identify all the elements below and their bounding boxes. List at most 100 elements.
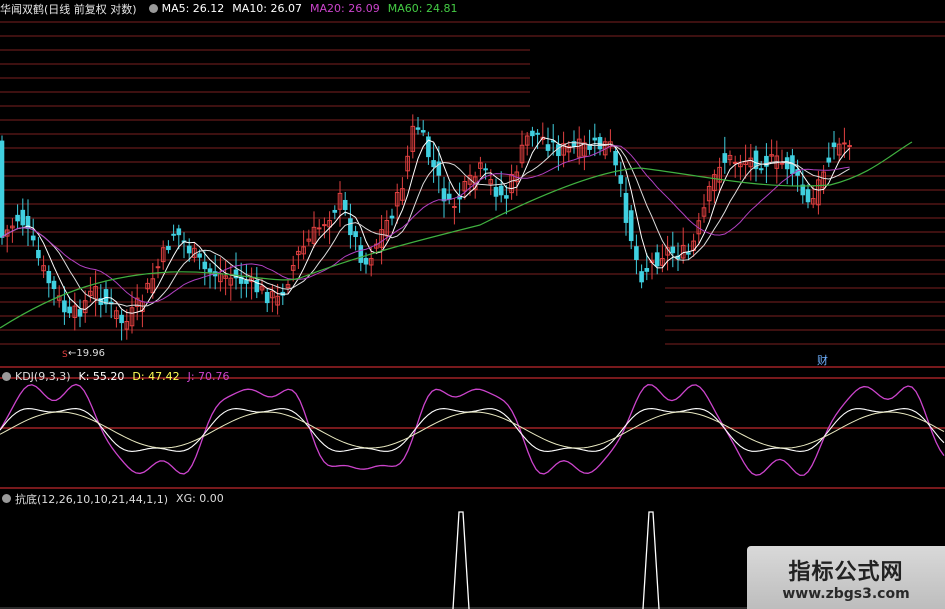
candle-body bbox=[62, 300, 67, 313]
kdj-k-value: K: 55.20 bbox=[78, 370, 125, 383]
kdj-d-value: D: 47.42 bbox=[132, 370, 180, 383]
ma5-legend: MA5: 26.12 bbox=[161, 2, 225, 15]
candle-body bbox=[103, 289, 109, 305]
candle-body bbox=[155, 266, 161, 269]
mask-region bbox=[280, 282, 665, 368]
candle-body bbox=[847, 145, 852, 148]
candle-body bbox=[389, 215, 395, 219]
ma60-legend: MA60: 24.81 bbox=[387, 2, 458, 15]
candle-body bbox=[592, 137, 598, 141]
candle-body bbox=[623, 192, 629, 223]
xg-settings-dot-icon[interactable] bbox=[2, 494, 11, 503]
watermark-url: www.zbgs3.com bbox=[782, 585, 910, 602]
candle-body bbox=[483, 168, 488, 171]
candle-body bbox=[530, 130, 535, 137]
low-price-label: ←19.96 bbox=[68, 348, 105, 359]
candle-body bbox=[498, 185, 504, 196]
kdj-legend: KDJ(9,3,3) K: 55.20 D: 47.42 J: 70.76 bbox=[0, 368, 238, 385]
candle-body bbox=[732, 161, 738, 164]
candle-body bbox=[363, 257, 369, 265]
candle-body bbox=[618, 175, 624, 184]
candle-body bbox=[358, 245, 364, 263]
candle-body bbox=[46, 270, 52, 284]
candle-body bbox=[171, 233, 176, 236]
ma10-legend: MA10: 26.07 bbox=[232, 2, 303, 15]
candle-body bbox=[545, 144, 551, 151]
candle-body bbox=[504, 195, 509, 199]
candle-body bbox=[67, 306, 72, 314]
candle-body bbox=[686, 252, 691, 255]
candle-body bbox=[353, 231, 358, 238]
candle-body bbox=[20, 209, 26, 226]
candle-body bbox=[826, 157, 832, 163]
candle-body bbox=[264, 291, 270, 304]
xg-value: XG: 0.00 bbox=[176, 492, 224, 505]
candle-body bbox=[207, 268, 213, 273]
candle-body bbox=[597, 137, 603, 150]
candle-body bbox=[452, 205, 457, 208]
candle-body bbox=[51, 280, 57, 290]
candle-body bbox=[415, 127, 421, 130]
candle-body bbox=[639, 271, 644, 283]
candle-body bbox=[332, 209, 338, 213]
candle-body bbox=[842, 142, 847, 145]
xg-spike bbox=[452, 511, 470, 609]
candle-body bbox=[36, 249, 41, 259]
candle-body bbox=[670, 246, 676, 254]
ma20-legend: MA20: 26.09 bbox=[310, 2, 380, 15]
candle-body bbox=[556, 144, 561, 157]
candle-body bbox=[420, 130, 426, 133]
kdj-chart[interactable] bbox=[0, 368, 945, 490]
candle-body bbox=[535, 132, 540, 135]
candlestick-chart[interactable] bbox=[0, 0, 945, 368]
candle-body bbox=[613, 150, 618, 166]
ma20-line bbox=[1, 145, 850, 304]
candle-body bbox=[202, 261, 208, 270]
candle-body bbox=[186, 245, 192, 254]
candle-body bbox=[628, 210, 634, 242]
candle-body bbox=[15, 214, 20, 222]
candle-body bbox=[197, 253, 202, 258]
kdj-j-value: J: 70.76 bbox=[187, 370, 230, 383]
candle-body bbox=[722, 153, 728, 163]
sell-marker: S bbox=[62, 350, 68, 360]
kdj-panel[interactable]: KDJ(9,3,3) K: 55.20 D: 47.42 J: 70.76 bbox=[0, 368, 945, 490]
candle-body bbox=[316, 227, 322, 230]
candle-body bbox=[441, 188, 447, 202]
watermark-logo: 指标公式网 www.zbgs3.com bbox=[747, 546, 945, 609]
main-chart-panel[interactable]: 华闻双鹤(日线 前复权 对数) MA5: 26.12 MA10: 26.07 M… bbox=[0, 0, 945, 368]
kdj-k-line bbox=[0, 408, 945, 452]
candle-body bbox=[244, 279, 249, 284]
kdj-title: KDJ(9,3,3) bbox=[15, 370, 71, 383]
candle-body bbox=[654, 252, 660, 267]
low-price-value: 19.96 bbox=[76, 348, 106, 359]
candle-body bbox=[805, 189, 811, 203]
main-legend: 华闻双鹤(日线 前复权 对数) MA5: 26.12 MA10: 26.07 M… bbox=[0, 0, 465, 17]
mask-region bbox=[530, 40, 945, 140]
candle-body bbox=[587, 145, 592, 150]
xg-title: 抗底(12,26,10,10,21,44,1,1) bbox=[15, 492, 169, 506]
candle-body bbox=[0, 140, 5, 238]
stock-title: 华闻双鹤(日线 前复权 对数) bbox=[0, 2, 137, 16]
candle-body bbox=[348, 218, 353, 236]
candle-body bbox=[119, 314, 124, 324]
kdj-settings-dot-icon[interactable] bbox=[2, 372, 11, 381]
candle-body bbox=[831, 142, 837, 148]
ma10-line bbox=[1, 142, 850, 307]
candle-body bbox=[634, 246, 639, 260]
candle-body bbox=[342, 199, 348, 210]
settings-dot-icon[interactable] bbox=[148, 4, 158, 13]
candle-body bbox=[431, 160, 436, 168]
xg-spike bbox=[642, 511, 660, 609]
candle-body bbox=[779, 162, 785, 165]
kdj-j-line bbox=[0, 383, 945, 476]
xg-legend: 抗底(12,26,10,10,21,44,1,1) XG: 0.00 bbox=[0, 490, 232, 507]
candle-body bbox=[176, 228, 182, 236]
candle-body bbox=[77, 309, 83, 317]
kdj-d-line bbox=[0, 411, 945, 449]
candle-body bbox=[166, 245, 171, 251]
candle-body bbox=[30, 235, 36, 241]
candle-body bbox=[758, 168, 764, 171]
candle-body bbox=[322, 224, 327, 227]
finance-marker[interactable]: 财 bbox=[817, 352, 828, 368]
